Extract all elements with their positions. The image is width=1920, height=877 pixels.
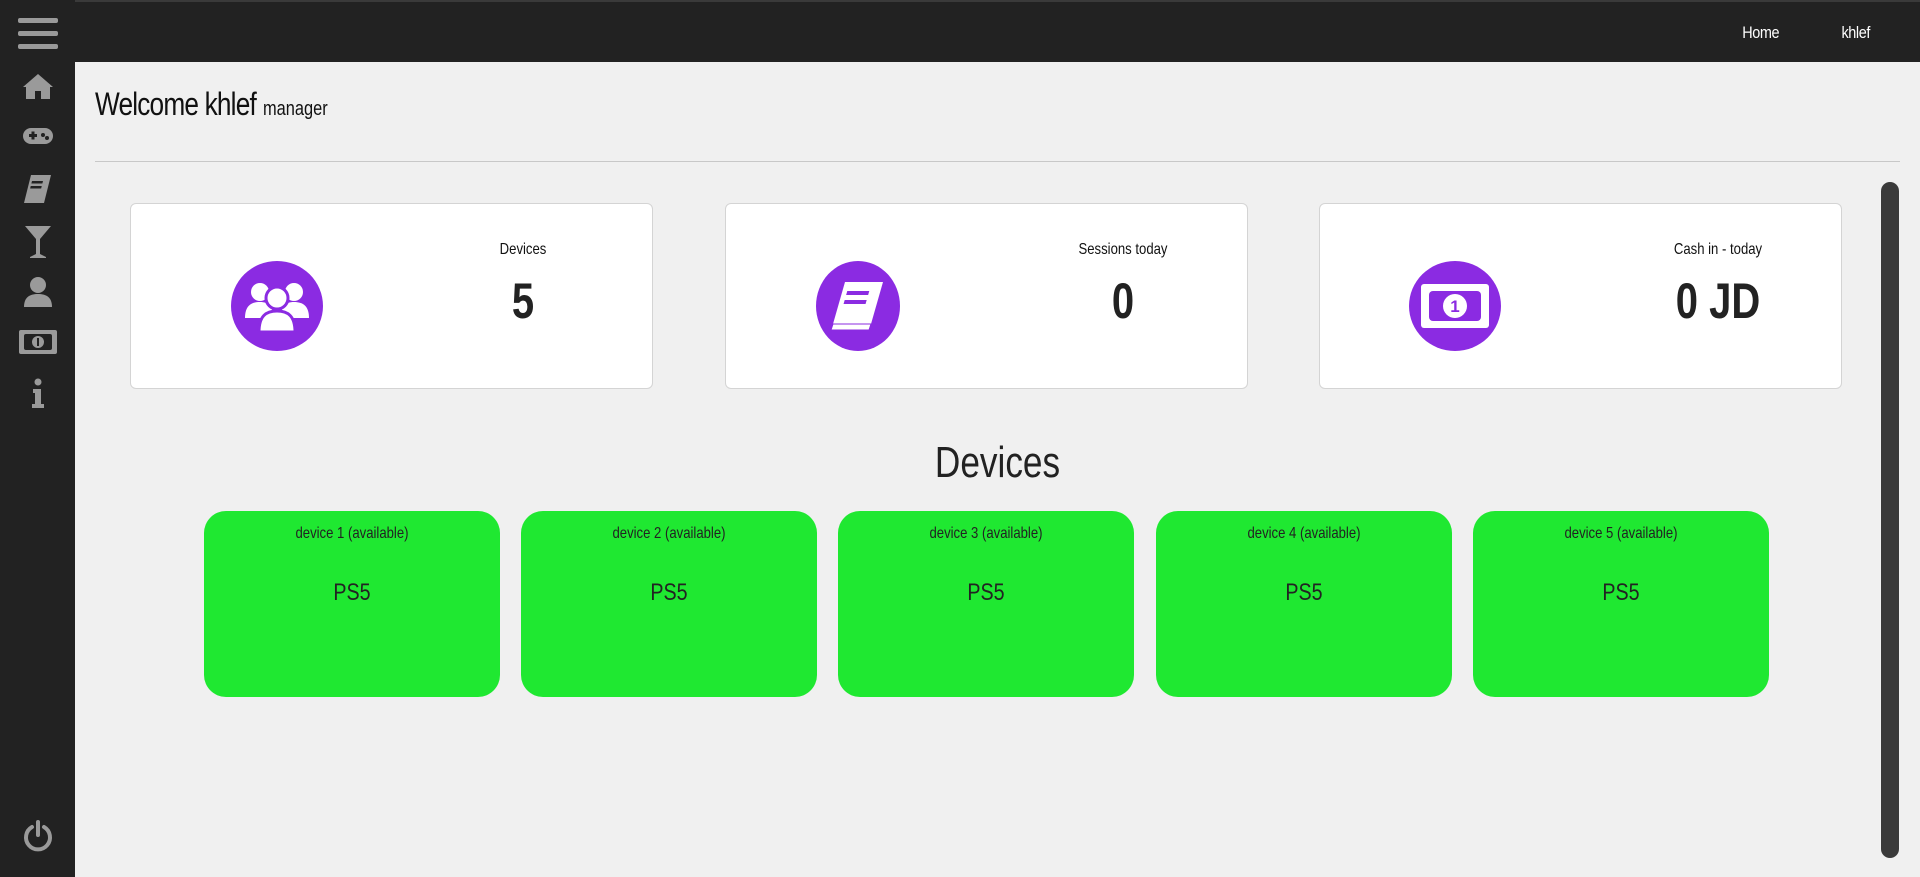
device-type: PS5 [650,579,688,606]
stat-label: Cash in - today [1673,241,1763,258]
top-navbar: Home khlef [0,0,1920,62]
stat-value: 5 [511,273,535,329]
device-name: device 5 (available) [1564,525,1678,542]
stat-label: Devices [499,241,547,258]
svg-text:1: 1 [1450,297,1459,316]
home-link[interactable]: Home [1742,23,1779,43]
device-card[interactable]: device 5 (available) PS5 [1473,511,1769,697]
book-icon[interactable] [0,173,75,205]
device-type: PS5 [1602,579,1640,606]
user-icon[interactable] [0,276,75,308]
user-role: manager [263,98,328,120]
device-type: PS5 [333,579,371,606]
power-icon[interactable] [0,820,75,852]
device-card[interactable]: device 2 (available) PS5 [521,511,817,697]
device-name: device 4 (available) [1247,525,1361,542]
scrollbar[interactable] [1881,182,1899,858]
gamepad-icon[interactable] [0,126,75,146]
stat-value: 0 [1111,273,1135,329]
device-name: device 1 (available) [295,525,409,542]
main-content: Welcome khlef manager Devices 5 Sessions… [75,62,1920,877]
device-card[interactable]: device 4 (available) PS5 [1156,511,1452,697]
info-icon[interactable] [0,378,75,408]
devices-section-title: Devices [934,438,1061,487]
money-bill-icon: 1 [1409,261,1501,351]
users-icon [231,261,323,351]
header-divider [95,161,1900,162]
cocktail-icon[interactable] [0,225,75,259]
book-icon [816,261,900,351]
stat-card-sessions: Sessions today 0 [725,203,1248,389]
device-type: PS5 [967,579,1005,606]
money-bill-icon[interactable] [0,330,75,354]
stat-label: Sessions today [1078,241,1168,258]
home-icon[interactable] [0,72,75,100]
device-card[interactable]: device 3 (available) PS5 [838,511,1134,697]
stat-card-cash: 1 Cash in - today 0 JD [1319,203,1842,389]
welcome-header: Welcome khlef manager [95,86,342,123]
welcome-title: Welcome khlef [95,86,257,122]
stat-card-devices: Devices 5 [130,203,653,389]
device-name: device 2 (available) [612,525,726,542]
device-name: device 3 (available) [929,525,1043,542]
device-card[interactable]: device 1 (available) PS5 [204,511,500,697]
sidebar [0,0,75,877]
top-nav-links: Home khlef [1739,2,1872,64]
stat-value: 0 JD [1675,273,1761,329]
device-type: PS5 [1285,579,1323,606]
user-menu-link[interactable]: khlef [1841,23,1870,43]
menu-icon[interactable] [0,16,75,52]
